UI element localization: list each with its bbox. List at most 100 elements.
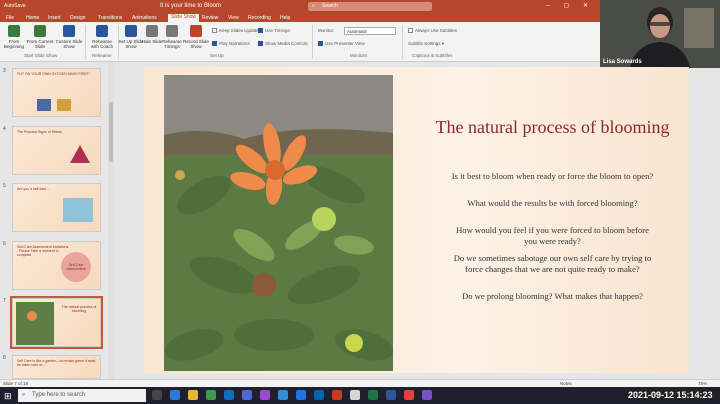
taskbar-search[interactable]: ⌕ Type here to search	[18, 389, 146, 402]
thumbnail-scrollbar[interactable]	[108, 62, 114, 379]
group-label: Set Up	[210, 53, 224, 58]
window-controls[interactable]: ─ ▢ ✕	[546, 2, 594, 9]
slide-number: 6	[3, 241, 6, 247]
hide-slide-icon	[146, 25, 158, 37]
date-time-overlay: 2021-09-12 15:14:23	[625, 389, 716, 401]
question-5[interactable]: Do we prolong blooming? What makes that …	[450, 291, 655, 302]
presenter-video-image	[600, 0, 720, 68]
menu-slide-show[interactable]: Slide Show	[168, 14, 200, 22]
slide-number: 8	[3, 355, 6, 361]
powerpoint-icon[interactable]	[332, 390, 342, 400]
outlook-icon[interactable]	[314, 390, 324, 400]
coach-icon	[96, 25, 108, 37]
title-bar: AutoSave It is your time to Bloom ⌕ Sear…	[0, 0, 600, 13]
rehearse-with-coach-button[interactable]: Rehearse with Coach	[88, 25, 116, 49]
thumb-circle: Self-Care Assessment	[61, 252, 91, 282]
group-label: Captions & Subtitles	[412, 53, 453, 58]
menu-help[interactable]: Help	[280, 15, 290, 21]
slide-number: 3	[3, 68, 6, 74]
menu-review[interactable]: Review	[202, 15, 218, 21]
menu-animations[interactable]: Animations	[132, 15, 157, 21]
monitor-select[interactable]: Automatic	[344, 27, 396, 35]
thumb-image	[57, 99, 71, 111]
menu-transitions[interactable]: Transitions	[98, 15, 122, 21]
word-icon[interactable]	[386, 390, 396, 400]
flower-image	[164, 75, 393, 371]
custom-slide-show-button[interactable]: Custom Slide Show	[55, 25, 83, 49]
app-icon[interactable]	[350, 390, 360, 400]
taskbar: ⊞ ⌕ Type here to search	[0, 387, 720, 404]
question-3[interactable]: How would you feel if you were forced to…	[450, 225, 655, 246]
thumb-image	[16, 302, 54, 345]
slide-thumbnail-5[interactable]: Are you a self-care…	[12, 183, 101, 232]
monitor-label: Monitor:	[318, 28, 335, 33]
show-media-controls-checkbox[interactable]: Show Media Controls	[258, 41, 308, 47]
record-slide-show-button[interactable]: Record Slide Show	[182, 25, 210, 49]
search-placeholder: Search	[322, 3, 338, 9]
record-icon	[190, 25, 202, 37]
zoom-level[interactable]: 75%	[698, 381, 707, 386]
ribbon-divider	[312, 25, 313, 59]
search-box[interactable]: ⌕ Search	[308, 2, 432, 11]
slide-count: Slide 7 of 18	[3, 381, 29, 386]
slide-thumbnail-3[interactable]: PUT ON YOUR OWN OXYGEN MASK FIRST!	[12, 68, 101, 117]
slide-thumbnail-7-selected[interactable]: The natural process of blooming	[10, 296, 103, 349]
slide-thumbnail-6[interactable]: Self-Care Assessment Invitations - Pleas…	[12, 241, 101, 290]
question-2[interactable]: What would the results be with forced bl…	[450, 198, 655, 209]
ribbon-divider	[85, 25, 86, 59]
store-icon[interactable]	[224, 390, 234, 400]
file-explorer-icon[interactable]	[188, 390, 198, 400]
slide-thumbnail-pane[interactable]: 3 PUT ON YOUR OWN OXYGEN MASK FIRST! 4 T…	[0, 62, 108, 379]
play-current-icon	[34, 25, 46, 37]
menu-home[interactable]: Home	[26, 15, 39, 21]
chrome-icon[interactable]	[206, 390, 216, 400]
onenote-icon[interactable]	[422, 390, 432, 400]
menu-design[interactable]: Design	[70, 15, 86, 21]
thumb-image	[37, 99, 51, 111]
keep-slides-updated-checkbox[interactable]: Keep Slides Updated	[212, 28, 261, 34]
presenter-name: Lisa Sowards	[603, 59, 642, 65]
teams-icon[interactable]	[242, 390, 252, 400]
search-icon: ⌕	[312, 3, 315, 9]
timer-icon	[166, 25, 178, 37]
autosave-label[interactable]: AutoSave	[4, 3, 26, 9]
app-icon[interactable]	[404, 390, 414, 400]
use-timings-checkbox[interactable]: Use Timings	[258, 28, 290, 34]
slide-number: 7	[3, 298, 6, 304]
question-1[interactable]: Is it best to bloom when ready or force …	[450, 171, 655, 182]
slide-title[interactable]: The natural process of blooming	[410, 117, 695, 138]
windows-start-icon[interactable]: ⊞	[4, 391, 12, 402]
from-beginning-button[interactable]: From Beginning	[0, 25, 28, 49]
webcam-video: Lisa Sowards	[600, 0, 720, 68]
use-presenter-view-checkbox[interactable]: Use Presenter View	[318, 41, 365, 47]
app-icon[interactable]	[260, 390, 270, 400]
play-icon	[8, 25, 20, 37]
scrollbar-thumb[interactable]	[109, 102, 113, 162]
ribbon-divider	[402, 25, 403, 59]
group-label: Monitors	[350, 53, 368, 58]
menu-insert[interactable]: Insert	[48, 15, 61, 21]
edge-icon[interactable]	[170, 390, 180, 400]
from-current-slide-button[interactable]: From Current Slide	[26, 25, 54, 49]
right-scrollbar[interactable]	[696, 68, 720, 379]
question-4[interactable]: Do we sometimes sabotage our own self ca…	[450, 253, 655, 274]
zoom-icon[interactable]	[296, 390, 306, 400]
slide-number: 4	[3, 126, 6, 132]
search-icon: ⌕	[22, 392, 26, 398]
triangle-shape	[70, 145, 90, 163]
menu-file[interactable]: File	[6, 15, 14, 21]
slide-thumbnail-8[interactable]: Self Care is like a garden—to remain gre…	[12, 355, 101, 379]
subtitle-settings-button[interactable]: Subtitle Settings ▾	[408, 41, 444, 47]
ribbon: From Beginning From Current Slide Custom…	[0, 22, 600, 62]
excel-icon[interactable]	[368, 390, 378, 400]
menu-recording[interactable]: Recording	[248, 15, 271, 21]
slide-number: 5	[3, 183, 6, 189]
notes-button[interactable]: Notes	[560, 381, 572, 386]
menu-view[interactable]: View	[228, 15, 239, 21]
group-label: Rehearse	[92, 53, 112, 58]
mail-icon[interactable]	[278, 390, 288, 400]
slide-thumbnail-4[interactable]: The Physical Signs of Stress	[12, 126, 101, 175]
always-use-subtitles-checkbox[interactable]: Always Use Subtitles	[408, 28, 457, 34]
task-view-icon[interactable]	[152, 390, 162, 400]
play-narrations-checkbox[interactable]: Play Narrations	[212, 41, 250, 47]
